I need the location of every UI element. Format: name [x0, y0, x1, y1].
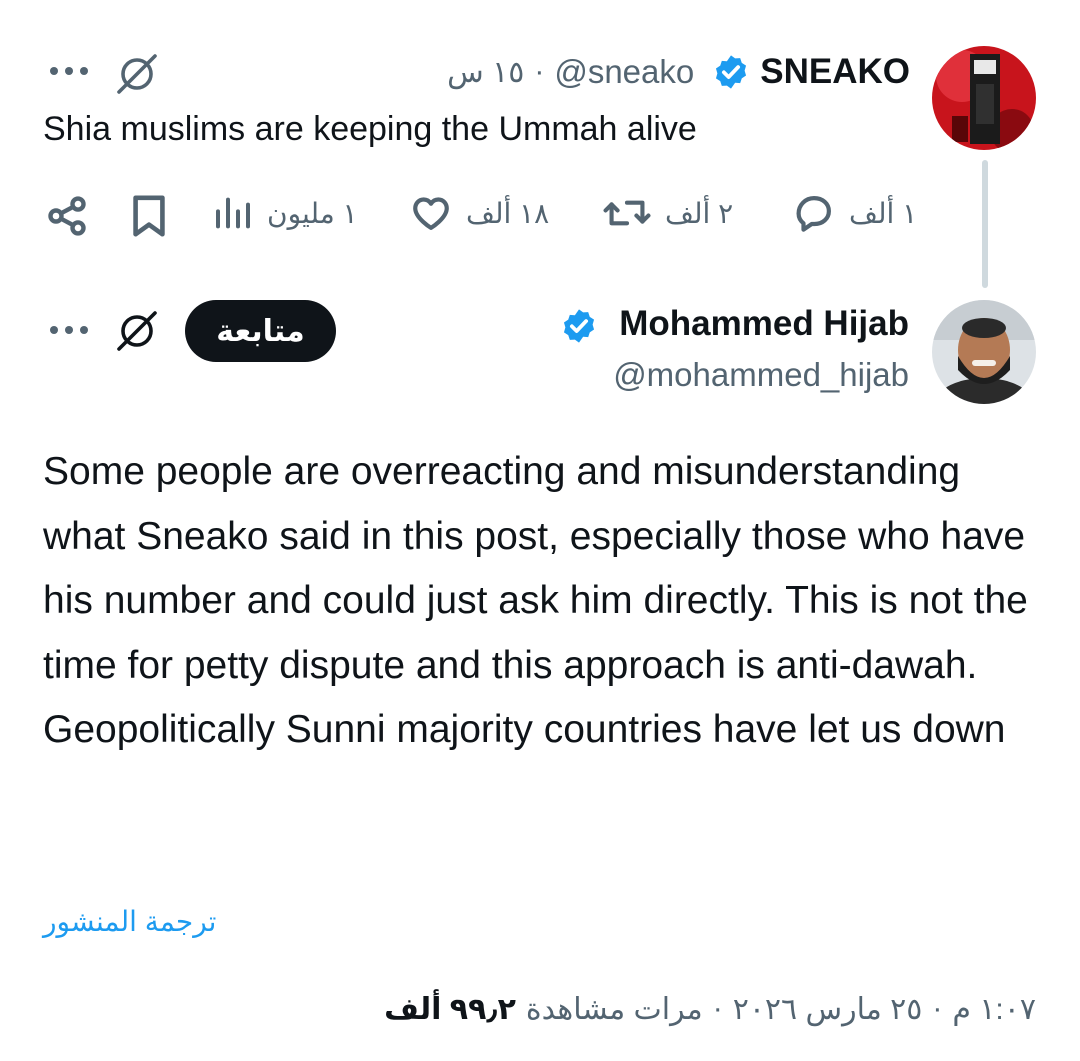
more-icon[interactable] — [50, 67, 88, 75]
like-button[interactable]: ١٨ ألف — [410, 192, 549, 234]
follow-button[interactable]: متابعة — [185, 300, 336, 362]
author-handle[interactable]: @mohammed_hijab — [613, 356, 909, 394]
share-icon[interactable] — [45, 194, 89, 243]
author-name[interactable]: Mohammed Hijab — [619, 304, 909, 344]
more-icon[interactable] — [50, 326, 88, 334]
bookmark-icon[interactable] — [129, 193, 169, 244]
views-button[interactable]: ١ مليون — [213, 192, 358, 234]
post-text: Some people are overreacting and misunde… — [43, 450, 1028, 751]
verified-badge-icon — [712, 53, 750, 91]
post-time: ١:٠٧ م — [952, 993, 1036, 1026]
views-label: مرات مشاهدة — [525, 993, 703, 1026]
post-meta: ١:٠٧ م · ٢٥ مارس ٢٠٢٦ · مرات مشاهدة ٩٩٫٢ ألف — [384, 992, 1036, 1027]
thread-line — [982, 160, 988, 288]
like-count: ١٨ ألف — [466, 197, 550, 229]
separator: · — [534, 55, 545, 88]
post-header: ١٥ س · @sneako SNEAKO — [430, 50, 910, 94]
repost-count: ٢ ألف — [665, 197, 734, 229]
verified-badge-icon — [560, 307, 598, 345]
sneako-avatar[interactable] — [932, 46, 1036, 150]
grok-icon[interactable] — [113, 307, 161, 360]
translate-link[interactable]: ترجمة المنشور — [43, 905, 216, 938]
views-count: ٩٩٫٢ ألف — [384, 993, 516, 1026]
repost-button[interactable]: ٢ ألف — [603, 192, 733, 234]
post-text: Shia muslims are keeping the Ummah alive — [43, 110, 697, 148]
separator: · — [712, 992, 723, 1025]
author-handle[interactable]: @sneako — [554, 53, 694, 91]
hijab-avatar[interactable] — [932, 300, 1036, 404]
post-time: ١٥ س — [447, 55, 525, 89]
post-date: ٢٥ مارس ٢٠٢٦ — [732, 993, 923, 1026]
grok-icon[interactable] — [113, 50, 161, 103]
reply-count: ١ ألف — [849, 197, 918, 229]
reply-button[interactable]: ١ ألف — [793, 192, 917, 234]
author-name[interactable]: SNEAKO — [760, 52, 910, 92]
separator: · — [932, 992, 943, 1025]
views-count: ١ مليون — [267, 197, 358, 229]
